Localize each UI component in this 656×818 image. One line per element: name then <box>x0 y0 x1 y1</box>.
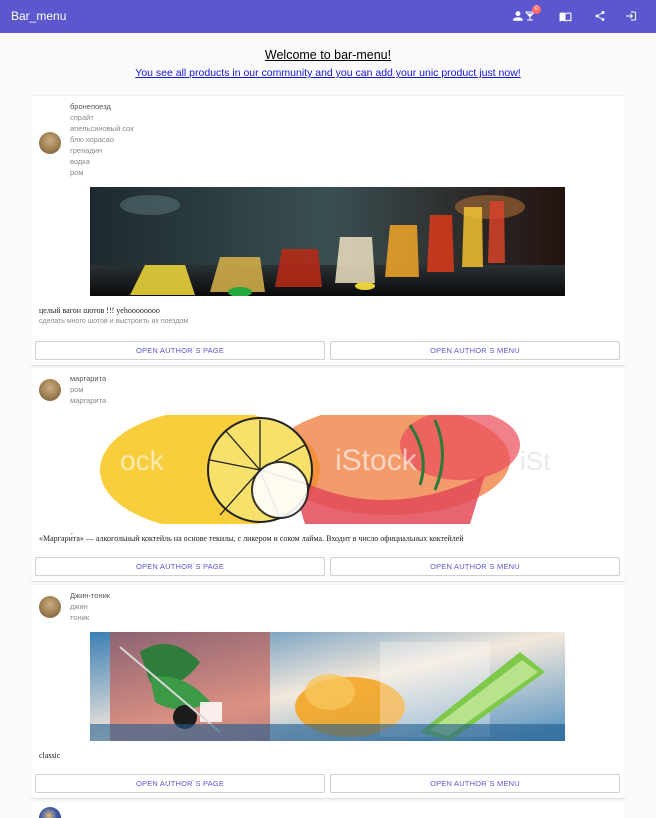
product-description: classic <box>39 751 61 760</box>
share-icon[interactable] <box>591 7 609 25</box>
product-card: Джин-тоник джин тоник classic OPEN AUTHO… <box>31 585 625 799</box>
open-author-menu-button[interactable]: OPEN AUTHOR`S MENU <box>330 341 620 360</box>
author-avatar[interactable] <box>39 807 61 818</box>
ingredient: тоник <box>70 613 90 622</box>
product-name: Джин-тоник <box>70 591 111 600</box>
product-card <box>31 802 625 818</box>
recipe-list: бронепоезд спрайт апельсиновый сок блю к… <box>70 101 134 178</box>
cocktail-count-badge: 0 <box>532 5 541 14</box>
ingredient: джин <box>70 602 88 611</box>
svg-text:iStock: iStock <box>335 444 418 477</box>
ingredient: водка <box>70 157 90 166</box>
community-link[interactable]: You see all products in our community an… <box>0 67 656 79</box>
recipe-list: Джин-тоник джин тоник <box>70 590 110 623</box>
ingredient: спрайт <box>70 113 94 122</box>
open-author-page-button[interactable]: OPEN AUTHOR`S PAGE <box>35 341 325 360</box>
product-photo: ock iStock iSt <box>90 415 565 524</box>
product-card: маргарита ром маргарита ock iStock iSt « <box>31 368 625 582</box>
product-description: «Маргари́та» — алкогольный коктейль на о… <box>39 534 464 543</box>
product-description: целый вагон шотов !!! yehoooooooo <box>39 306 160 315</box>
product-card: бронепоезд спрайт апельсиновый сок блю к… <box>31 96 625 366</box>
menu-book-icon[interactable] <box>556 7 574 25</box>
open-author-menu-button[interactable]: OPEN AUTHOR`S MENU <box>330 774 620 793</box>
ingredient: апельсиновый сок <box>70 124 134 133</box>
product-name: бронепоезд <box>70 102 111 111</box>
author-avatar[interactable] <box>39 596 61 618</box>
ingredient: маргарита <box>70 396 107 405</box>
login-icon[interactable] <box>622 7 640 25</box>
svg-text:ock: ock <box>120 445 165 476</box>
author-avatar[interactable] <box>39 379 61 401</box>
app-title: Bar_menu <box>11 9 67 23</box>
recipe-list: маргарита ром маргарита <box>70 373 106 406</box>
ingredient: гренадин <box>70 146 103 155</box>
ingredient: ром <box>70 168 84 177</box>
author-avatar[interactable] <box>39 132 61 154</box>
product-subdescription: сделать много шотов и выстроить их поезд… <box>39 318 189 325</box>
svg-text:iSt: iSt <box>520 446 551 476</box>
welcome-link[interactable]: Welcome to bar-menu! <box>0 48 656 62</box>
product-name: маргарита <box>70 374 107 383</box>
open-author-page-button[interactable]: OPEN AUTHOR`S PAGE <box>35 557 325 576</box>
ingredient: ром <box>70 385 84 394</box>
product-photo <box>90 632 565 741</box>
app-bar: Bar_menu 0 <box>0 0 656 33</box>
ingredient: блю корасао <box>70 135 115 144</box>
product-photo <box>90 187 565 296</box>
open-author-page-button[interactable]: OPEN AUTHOR`S PAGE <box>35 774 325 793</box>
open-author-menu-button[interactable]: OPEN AUTHOR`S MENU <box>330 557 620 576</box>
